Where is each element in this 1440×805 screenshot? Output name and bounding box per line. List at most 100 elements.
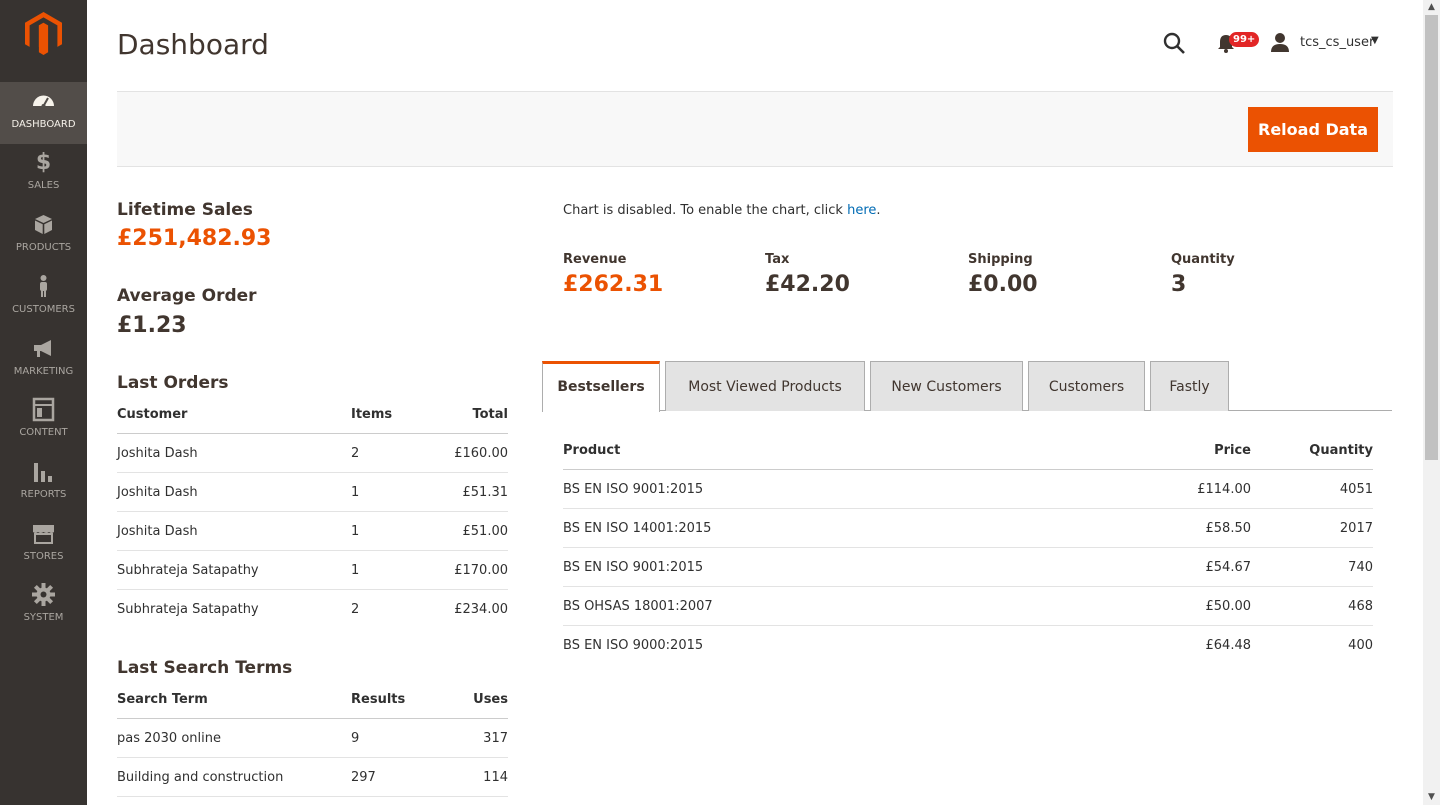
- tab-fastly[interactable]: Fastly: [1150, 361, 1229, 411]
- table-row[interactable]: Subhrateja Satapathy 1 £170.00: [117, 550, 508, 590]
- nav-customers-label: CUSTOMERS: [12, 304, 75, 315]
- nav-content[interactable]: CONTENT: [0, 391, 87, 453]
- table-row[interactable]: BS EN ISO 14001:2015 £58.50 2017: [563, 508, 1373, 548]
- gear-icon: [32, 583, 55, 606]
- magento-logo[interactable]: [25, 12, 62, 55]
- order-items: 1: [351, 550, 431, 590]
- chart-disabled-suffix: .: [876, 203, 881, 218]
- nav-sales[interactable]: $ SALES: [0, 144, 87, 206]
- nav-system[interactable]: SYSTEM: [0, 576, 87, 638]
- nav-sales-label: SALES: [27, 180, 60, 191]
- column-price: Price: [1101, 431, 1251, 470]
- search-icon[interactable]: [1162, 31, 1186, 55]
- order-total: £160.00: [431, 433, 508, 473]
- table-row[interactable]: BS OHSAS 18001:2007 £50.00 468: [563, 586, 1373, 626]
- table-row[interactable]: BS EN ISO 9001:2015 £114.00 4051: [563, 469, 1373, 509]
- megaphone-icon: [34, 340, 51, 357]
- order-total: £51.00: [431, 511, 508, 551]
- nav-products[interactable]: PRODUCTS: [0, 206, 87, 268]
- column-results: Results: [351, 680, 431, 719]
- average-order-value: £1.23: [117, 313, 187, 338]
- order-total: £51.31: [431, 472, 508, 512]
- bar-chart-icon: [34, 463, 52, 482]
- order-customer: Subhrateja Satapathy: [117, 601, 259, 617]
- column-product: Product: [563, 431, 1101, 470]
- tax-label: Tax: [765, 252, 790, 267]
- table-row[interactable]: BS EN ISO 9000:2015 £64.48 400: [563, 626, 1373, 665]
- lifetime-sales-title: Lifetime Sales: [117, 200, 253, 220]
- search-term: Building and construction: [117, 757, 351, 797]
- layout-icon: [32, 397, 55, 422]
- order-items: 2: [351, 601, 360, 617]
- nav-stores-label: STORES: [23, 551, 64, 562]
- search-results: 297: [351, 757, 431, 797]
- nav-products-label: PRODUCTS: [15, 242, 72, 253]
- search-uses: 114: [431, 757, 508, 797]
- tab-bestsellers[interactable]: Bestsellers: [542, 361, 660, 412]
- table-row[interactable]: Subhrateja Satapathy 2 £234.00: [117, 590, 508, 629]
- tab-new-customers[interactable]: New Customers: [870, 361, 1023, 411]
- caret-down-icon: ▼: [1371, 35, 1379, 46]
- admin-sidebar: DASHBOARD $ SALES PRODUCTS CUSTOMERS MAR…: [0, 0, 87, 805]
- order-items: 2: [351, 433, 431, 473]
- dashboard-icon: [33, 95, 54, 108]
- product-quantity: 400: [1348, 637, 1373, 653]
- product-quantity: 468: [1251, 586, 1373, 626]
- nav-dashboard[interactable]: DASHBOARD: [0, 82, 87, 144]
- product-price: £54.67: [1101, 547, 1251, 587]
- column-total: Total: [431, 395, 508, 434]
- chart-disabled-message: Chart is disabled. To enable the chart, …: [563, 203, 881, 218]
- product-name: BS EN ISO 9001:2015: [563, 547, 1101, 587]
- table-row[interactable]: Joshita Dash 2 £160.00: [117, 433, 508, 473]
- revenue-value: £262.31: [563, 272, 664, 297]
- tab-customers[interactable]: Customers: [1028, 361, 1145, 411]
- nav-marketing[interactable]: MARKETING: [0, 330, 87, 392]
- user-icon: [1271, 33, 1289, 52]
- scroll-thumb[interactable]: [1425, 15, 1438, 460]
- table-row[interactable]: Joshita Dash 1 £51.31: [117, 472, 508, 512]
- nav-stores[interactable]: STORES: [0, 515, 87, 577]
- nav-content-label: CONTENT: [19, 427, 68, 438]
- page-actions-bar: Reload Data: [117, 91, 1393, 167]
- column-uses: Uses: [431, 680, 508, 719]
- table-header-row: Product Price Quantity: [563, 431, 1373, 470]
- last-orders-table: Customer Items Total Joshita Dash 2 £160…: [117, 395, 508, 628]
- nav-reports[interactable]: REPORTS: [0, 453, 87, 515]
- dollar-icon: $: [35, 150, 52, 175]
- table-header-row: Search Term Results Uses: [117, 680, 508, 719]
- reload-data-button[interactable]: Reload Data: [1248, 107, 1378, 152]
- column-quantity: Quantity: [1251, 431, 1373, 470]
- quantity-value: 3: [1171, 272, 1187, 297]
- product-name: BS EN ISO 9000:2015: [563, 637, 704, 653]
- order-customer: Joshita Dash: [117, 472, 351, 512]
- page-title: Dashboard: [117, 28, 269, 61]
- product-name: BS EN ISO 9001:2015: [563, 469, 1101, 509]
- bestsellers-table: Product Price Quantity BS EN ISO 9001:20…: [563, 431, 1373, 664]
- search-term: pas 2030 online: [117, 718, 351, 758]
- product-price: £114.00: [1101, 469, 1251, 509]
- lifetime-sales-value: £251,482.93: [117, 226, 272, 251]
- order-total: £234.00: [454, 601, 508, 617]
- table-row[interactable]: Building and construction 297 114: [117, 757, 508, 797]
- quantity-label: Quantity: [1171, 252, 1235, 267]
- chart-disabled-text: Chart is disabled. To enable the chart, …: [563, 203, 848, 218]
- order-customer: Joshita Dash: [117, 433, 351, 473]
- nav-customers[interactable]: CUSTOMERS: [0, 268, 87, 330]
- table-row[interactable]: Joshita Dash 1 £51.00: [117, 511, 508, 551]
- shipping-value: £0.00: [968, 272, 1038, 297]
- product-price: £64.48: [1205, 637, 1252, 653]
- scroll-down-icon[interactable]: ▼: [1426, 792, 1437, 803]
- search-results: 9: [351, 718, 431, 758]
- enable-chart-link[interactable]: here: [847, 203, 876, 218]
- table-row[interactable]: pas 2030 online 9 317: [117, 718, 508, 758]
- shipping-label: Shipping: [968, 252, 1033, 267]
- average-order-title: Average Order: [117, 286, 257, 306]
- table-row[interactable]: BS EN ISO 9001:2015 £54.67 740: [563, 547, 1373, 587]
- last-search-terms-table: Search Term Results Uses pas 2030 online…: [117, 680, 508, 797]
- scroll-up-icon[interactable]: ▲: [1426, 2, 1437, 13]
- notifications-badge[interactable]: 99+: [1229, 32, 1260, 47]
- revenue-label: Revenue: [563, 252, 627, 267]
- tab-most-viewed-products[interactable]: Most Viewed Products: [665, 361, 865, 411]
- nav-dashboard-label: DASHBOARD: [11, 119, 76, 130]
- vertical-scrollbar[interactable]: ▲ ▼: [1423, 0, 1440, 805]
